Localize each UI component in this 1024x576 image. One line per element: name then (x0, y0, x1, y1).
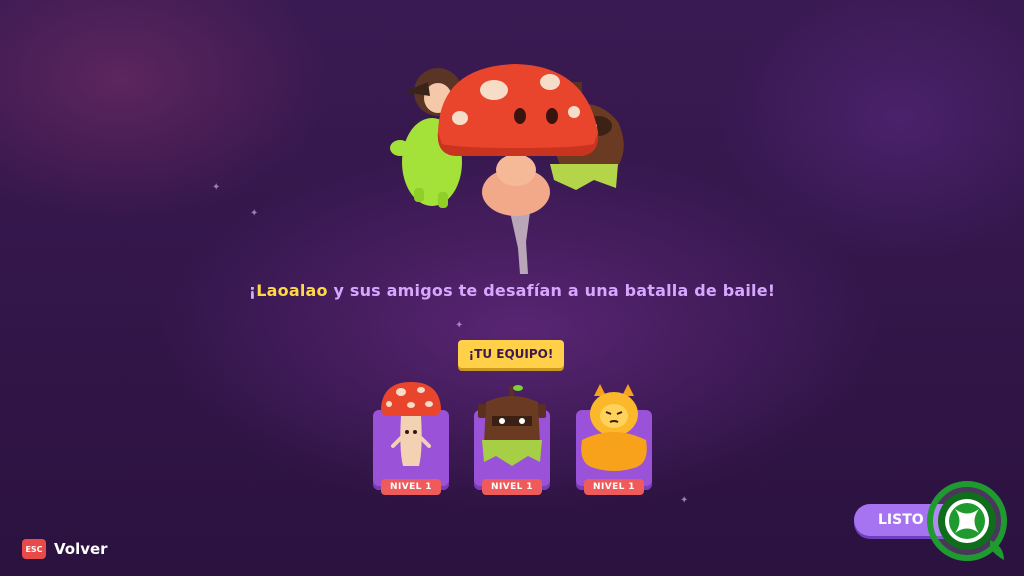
sparkle-icon: ✦ (455, 320, 464, 331)
level-label: NIVEL 1 (381, 479, 441, 495)
esc-key-icon: ESC (22, 539, 46, 559)
xbox-logo-icon (927, 481, 1007, 561)
yellow-cat-character-icon (581, 384, 647, 471)
sparkle-icon: ✦ (250, 208, 259, 219)
level-label: NIVEL 1 (482, 479, 542, 495)
challenge-headline: ¡Laoalao y sus amigos te desafían a una … (0, 281, 1024, 300)
sparkle-icon: ✦ (680, 495, 689, 506)
headline-text: y sus amigos te desafían a una batalla d… (327, 281, 776, 300)
enemy-group-illustration (390, 64, 624, 274)
sparkle-icon: ✦ (212, 182, 221, 193)
level-label: NIVEL 1 (584, 479, 644, 495)
back-button[interactable]: ESC Volver (22, 539, 108, 559)
back-label: Volver (54, 540, 108, 558)
wood-stump-character-icon (478, 385, 546, 466)
opponent-name: Laoalao (256, 281, 328, 300)
team-card-yellow[interactable]: NIVEL 1 (576, 384, 652, 495)
team-badge: ¡TU EQUIPO! (458, 340, 564, 368)
team-card-mushroom[interactable]: NIVEL 1 (373, 382, 449, 495)
mushroom-character-icon (381, 382, 441, 466)
team-card-stump[interactable]: NIVEL 1 (474, 385, 550, 495)
